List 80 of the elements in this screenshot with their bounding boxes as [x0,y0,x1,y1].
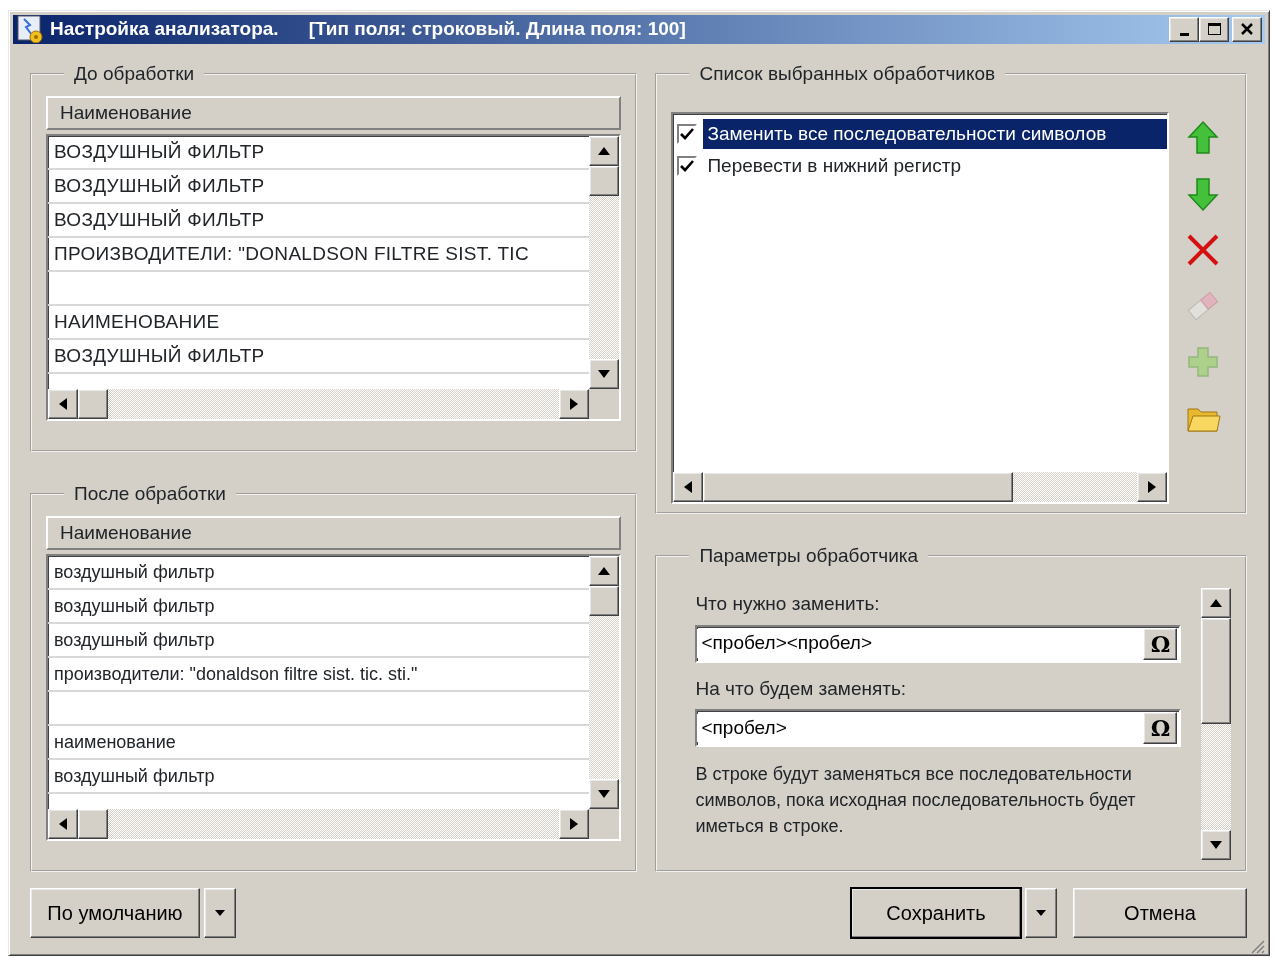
scrollbar-corner [589,389,620,420]
vertical-scrollbar[interactable] [1201,588,1231,861]
dropdown-button[interactable] [1025,887,1057,938]
default-button[interactable]: По умолчанию [30,887,200,938]
horizontal-scrollbar[interactable] [48,389,590,420]
list-row[interactable]: ВОЗДУШНЫЙ ФИЛЬТР [48,204,590,239]
close-icon [1239,22,1255,37]
save-button[interactable]: Сохранить [851,887,1021,938]
arrow-down-icon [598,790,611,799]
arrow-up-icon [1210,599,1222,608]
arrow-left-icon [59,398,67,411]
symbol-button[interactable]: Ω [1143,627,1178,660]
arrow-left-icon [59,818,67,831]
list-row[interactable]: воздушный фильтр [48,590,590,625]
list-row[interactable]: ВОЗДУШНЫЙ ФИЛЬТР [48,136,590,171]
list-row[interactable]: воздушный фильтр [48,556,590,591]
scrollbar-thumb[interactable] [703,472,1014,503]
list-item[interactable]: Заменить все последовательности символов [703,119,1168,150]
check-mark-icon [680,160,695,173]
scroll-right-button[interactable] [1137,472,1168,503]
list-row[interactable]: наименование [48,726,590,761]
list-row[interactable]: воздушный фильтр [48,624,590,659]
scroll-left-button[interactable] [673,472,704,503]
scrollbar-corner [589,809,620,840]
maximize-icon [1206,22,1222,37]
scrollbar-thumb[interactable] [589,586,620,617]
arrow-down-icon [1210,841,1222,850]
scroll-right-button[interactable] [559,389,590,420]
scroll-up-button[interactable] [589,556,620,587]
arrow-right-icon [570,398,579,411]
list-row[interactable]: ВОЗДУШНЫЙ ФИЛЬТР [48,340,590,375]
caret-icon [1036,909,1046,916]
scroll-up-button[interactable] [1201,588,1231,619]
window-title: Настройка анализатора. [50,17,279,41]
arrow-up-icon [598,147,611,156]
minimize-button[interactable] [1169,16,1199,42]
arrow-right-icon [1148,481,1157,494]
horizontal-scrollbar[interactable] [48,809,590,840]
arrow-left-icon [684,481,693,494]
caret-icon [215,909,225,916]
minimize-icon [1179,32,1189,36]
vertical-scrollbar[interactable] [589,136,620,390]
column-header[interactable]: Наименование [46,516,622,551]
column-header[interactable]: Наименование [46,96,622,131]
scrollbar-thumb[interactable] [1201,618,1231,725]
horizontal-scrollbar[interactable] [673,472,1168,503]
resize-grip-icon[interactable] [1249,937,1265,954]
scroll-down-button[interactable] [1201,830,1231,861]
text-field[interactable]: <пробел><пробел> Ω [695,624,1182,663]
scrollbar-thumb[interactable] [78,389,108,420]
scrollbar-thumb[interactable] [78,809,108,840]
list-item[interactable]: Перевести в нижний регистр [703,151,965,182]
symbol-button[interactable]: Ω [1143,712,1178,745]
list-row[interactable]: НАИМЕНОВАНИЕ [48,306,590,341]
scroll-left-button[interactable] [48,389,78,420]
list-row[interactable]: ПРОИЗВОДИТЕЛИ: "DONALDSON FILTRE SIST. TIC [48,238,590,273]
close-button[interactable] [1232,16,1262,42]
check-mark-icon [680,128,695,141]
cancel-button[interactable]: Отмена [1073,887,1247,938]
maximize-button[interactable] [1199,16,1229,42]
vertical-scrollbar[interactable] [589,556,620,810]
window-subtitle: [Тип поля: строковый. Длина поля: 100] [308,17,686,41]
scroll-right-button[interactable] [559,809,590,840]
arrow-down-icon [598,370,611,379]
list-row[interactable]: производители: "donaldson filtre sist. tic. sti." [48,658,590,693]
scroll-up-button[interactable] [589,136,620,167]
description-text: В строке будут заменяться все последовательности символов, пока исходная последовательность будет иметься в строке. [695,763,1137,839]
field-label: Что нужно заменить: [695,592,881,617]
list-row[interactable]: воздушный фильтр [48,760,590,795]
list-row[interactable]: ВОЗДУШНЫЙ ФИЛЬТР [48,170,590,205]
scroll-down-button[interactable] [589,359,620,390]
arrow-up-icon [598,567,611,576]
scrollbar-thumb[interactable] [589,166,620,197]
dropdown-button[interactable] [204,887,236,938]
scroll-left-button[interactable] [48,809,78,840]
text-field[interactable]: <пробел> Ω [695,709,1182,748]
app-icon [16,15,44,44]
scroll-down-button[interactable] [589,779,620,810]
field-label: На что будем заменять: [695,676,908,701]
arrow-right-icon [570,818,579,831]
